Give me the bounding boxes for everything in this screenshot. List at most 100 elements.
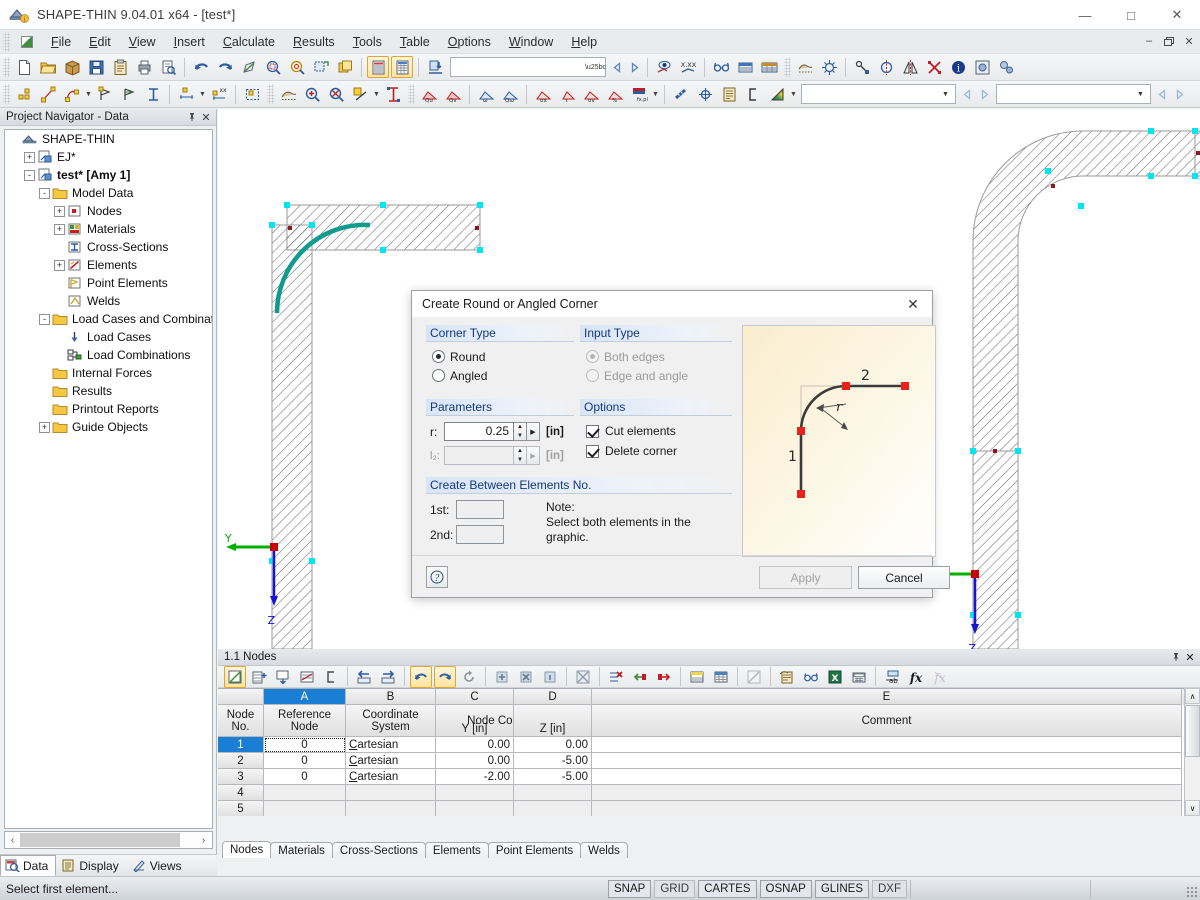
close-button[interactable]: ✕: [1154, 0, 1200, 30]
close-icon[interactable]: ✕: [199, 110, 213, 124]
insert-below-icon[interactable]: [272, 666, 294, 688]
printout-icon[interactable]: [734, 56, 756, 78]
move-left-icon[interactable]: [353, 666, 375, 688]
element-next-button[interactable]: [976, 84, 993, 104]
cell-no[interactable]: 4: [218, 785, 264, 801]
undo-icon[interactable]: [190, 56, 212, 78]
scroll-thumb[interactable]: [20, 833, 180, 847]
open-folder-icon[interactable]: [37, 56, 59, 78]
toolbar-grip[interactable]: [3, 84, 10, 104]
redo-icon[interactable]: [214, 56, 236, 78]
delete-right-icon[interactable]: [653, 666, 675, 688]
tau-icon[interactable]: τ: [556, 83, 578, 105]
window-resize-grip[interactable]: [1186, 886, 1198, 898]
apply-button[interactable]: Apply: [759, 566, 852, 589]
tree-item-ej[interactable]: +EJ*: [5, 148, 212, 166]
navigator-tab-views[interactable]: Views: [127, 855, 190, 876]
radius-input[interactable]: 0.25: [444, 422, 514, 441]
cut-icon[interactable]: [923, 56, 945, 78]
navigator-tab-display[interactable]: Display: [56, 855, 126, 876]
collapse-icon[interactable]: -: [39, 188, 50, 199]
tree-item-load-cases[interactable]: Load Cases: [5, 328, 212, 346]
menu-grip[interactable]: [3, 32, 10, 52]
tree-item-cross-sections[interactable]: Cross-Sections: [5, 238, 212, 256]
loadcase-next-button[interactable]: [1171, 84, 1188, 104]
cell-comment[interactable]: [592, 801, 1182, 816]
cell-no[interactable]: 1: [218, 737, 264, 753]
tree-item-shape-thin[interactable]: SHAPE-THIN: [5, 130, 212, 148]
pin-icon[interactable]: [1169, 652, 1183, 662]
show-table-icon[interactable]: [367, 56, 389, 78]
dialog-close-button[interactable]: ✕: [894, 291, 932, 317]
toolbar-grip[interactable]: [784, 57, 791, 77]
zoom-selection-icon[interactable]: [310, 56, 332, 78]
column-letter-C[interactable]: C: [436, 689, 514, 705]
tree-horizontal-scrollbar[interactable]: ‹ ›: [4, 831, 213, 849]
cell-cs[interactable]: [346, 801, 436, 816]
chevron-down-icon[interactable]: ▼: [372, 83, 381, 105]
cell-cs[interactable]: [346, 785, 436, 801]
checkbox-delete-corner[interactable]: Delete corner: [586, 441, 732, 461]
display-properties-icon[interactable]: [818, 56, 840, 78]
zoom-all-icon[interactable]: [286, 56, 308, 78]
cancel-button[interactable]: Cancel: [858, 566, 950, 589]
menu-item-calculate[interactable]: Calculate: [214, 32, 284, 52]
save-icon[interactable]: [85, 56, 107, 78]
tree-item-internal-forces[interactable]: Internal Forces: [5, 364, 212, 382]
chevron-down-icon[interactable]: ▼: [1133, 85, 1148, 103]
column-icon[interactable]: [382, 83, 404, 105]
mouse-select-icon[interactable]: [277, 83, 299, 105]
table-row[interactable]: 10Cartesian0.000.00: [218, 737, 1200, 753]
scroll-down-arrow[interactable]: ∨: [1185, 800, 1200, 816]
scroll-up-arrow[interactable]: ∧: [1185, 688, 1200, 704]
toolbar-grip[interactable]: [3, 57, 10, 77]
cell-z[interactable]: [514, 785, 592, 801]
open-package-icon[interactable]: [61, 56, 83, 78]
expand-icon[interactable]: +: [54, 224, 65, 235]
cell-y[interactable]: [436, 785, 514, 801]
menu-item-edit[interactable]: Edit: [80, 32, 120, 52]
chevron-down-icon[interactable]: ▼: [938, 85, 953, 103]
bracket-icon[interactable]: [742, 83, 764, 105]
remove-icon[interactable]: [515, 666, 537, 688]
render-icon[interactable]: [653, 56, 675, 78]
cell-comment[interactable]: [592, 753, 1182, 769]
status-indicator-grid[interactable]: GRID: [654, 880, 695, 898]
cell-y[interactable]: 0.00: [436, 753, 514, 769]
cell-cs[interactable]: Cartesian: [346, 737, 436, 753]
table-vertical-scrollbar[interactable]: ∧ ∨: [1184, 688, 1200, 816]
first-element-input[interactable]: [456, 500, 504, 519]
table-tab-nodes[interactable]: Nodes: [222, 841, 271, 858]
help-button[interactable]: ?: [426, 566, 448, 588]
chevron-down-icon[interactable]: ▼: [651, 83, 660, 105]
tree-item-load-combinations[interactable]: Load Combinations: [5, 346, 212, 364]
report-icon[interactable]: [718, 83, 740, 105]
cell-no[interactable]: 3: [218, 769, 264, 785]
tree-item-load-cases-and-combinati[interactable]: -Load Cases and Combinati: [5, 310, 212, 328]
menu-item-options[interactable]: Options: [439, 32, 500, 52]
scroll-left-arrow[interactable]: ‹: [5, 832, 20, 848]
mirror-icon[interactable]: [899, 56, 921, 78]
dimension-xx-icon[interactable]: xx: [208, 83, 230, 105]
target-icon[interactable]: [694, 83, 716, 105]
tree-item-printout-reports[interactable]: Printout Reports: [5, 400, 212, 418]
import-icon[interactable]: [776, 666, 798, 688]
redo-icon[interactable]: [434, 666, 456, 688]
column-letter-E[interactable]: E: [592, 689, 1182, 705]
radius-spin-buttons[interactable]: ▲▼: [514, 422, 527, 441]
glasses-icon[interactable]: [800, 666, 822, 688]
settings-icon[interactable]: [971, 56, 993, 78]
zoom-in-icon[interactable]: [301, 83, 323, 105]
radius-more-button[interactable]: ▶: [527, 422, 540, 441]
grid-view-icon[interactable]: [710, 666, 732, 688]
cell-ref[interactable]: [264, 801, 346, 816]
tree-item-materials[interactable]: +Materials: [5, 220, 212, 238]
new-file-icon[interactable]: [13, 56, 35, 78]
print-preview-icon[interactable]: [157, 56, 179, 78]
cell-z[interactable]: -5.00: [514, 769, 592, 785]
ruler-icon[interactable]: [670, 83, 692, 105]
menu-item-table[interactable]: Table: [391, 32, 439, 52]
shear-qv-icon[interactable]: Qv: [442, 83, 464, 105]
info-row-icon[interactable]: [539, 666, 561, 688]
stress-ratio-icon[interactable]: fx.pl: [628, 83, 650, 105]
